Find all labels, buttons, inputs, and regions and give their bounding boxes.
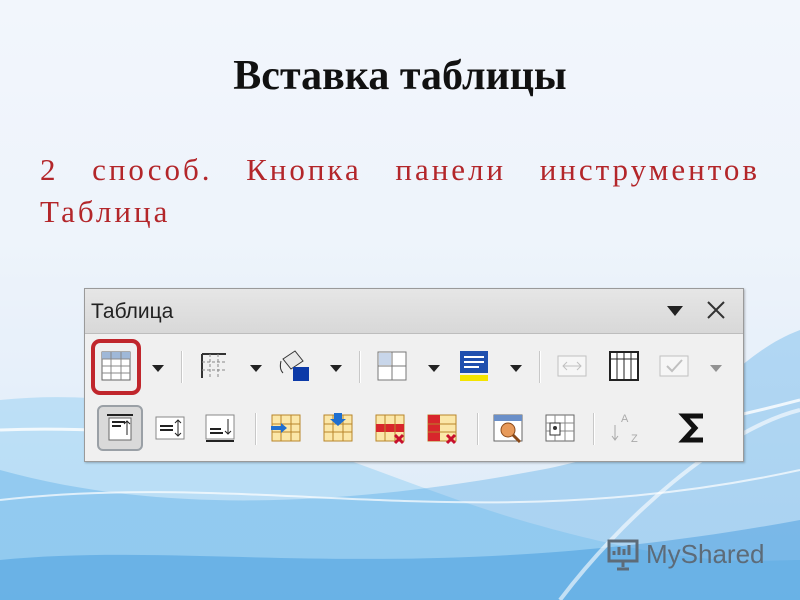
chevron-down-icon[interactable] [151, 361, 165, 372]
autofit-icon[interactable] [655, 347, 693, 385]
separator [593, 413, 595, 445]
close-icon[interactable] [703, 297, 729, 323]
fill-color-icon[interactable] [455, 347, 493, 385]
borders-icon[interactable] [195, 347, 233, 385]
slide-subtitle-line1: 2 способ. Кнопка панели инструментов [40, 152, 760, 187]
triangle-down-icon[interactable] [665, 303, 685, 319]
separator [477, 413, 479, 445]
toolbar-row-1 [85, 337, 743, 397]
toolbar-row-2: A Z [85, 399, 743, 459]
autoformat-icon[interactable] [489, 409, 527, 447]
svg-text:Z: Z [631, 433, 638, 445]
toolbar-header[interactable]: Таблица [85, 289, 743, 334]
chevron-down-icon[interactable] [249, 361, 263, 372]
presentation-icon [607, 539, 639, 571]
table-grid-icon[interactable] [97, 347, 135, 385]
svg-text:A: A [621, 413, 629, 425]
sort-az-icon[interactable]: A Z [607, 409, 645, 447]
slide-title: Вставка таблицы [233, 53, 567, 99]
chevron-down-icon[interactable] [509, 361, 523, 372]
align-bottom-icon[interactable] [201, 409, 239, 447]
separator [539, 351, 541, 383]
table-properties-icon[interactable] [541, 409, 579, 447]
insert-column-icon[interactable] [319, 409, 357, 447]
chevron-down-icon[interactable] [329, 361, 343, 372]
border-color-icon[interactable] [275, 347, 313, 385]
separator [255, 413, 257, 445]
separator [181, 351, 183, 383]
table-toolbar: Таблица A Z [84, 288, 744, 462]
align-top-icon[interactable] [101, 409, 139, 447]
separator [359, 351, 361, 383]
split-cells-icon[interactable] [605, 347, 643, 385]
toolbar-title: Таблица [91, 300, 174, 323]
delete-column-icon[interactable] [423, 409, 461, 447]
chevron-down-icon[interactable] [427, 361, 441, 372]
chevron-down-icon[interactable] [709, 361, 723, 372]
watermark-text: MyShared [646, 538, 765, 569]
merge-cells-icon[interactable] [553, 347, 591, 385]
cell-split-icon[interactable] [373, 347, 411, 385]
delete-row-icon[interactable] [371, 409, 409, 447]
sum-icon[interactable] [675, 409, 713, 447]
insert-row-icon[interactable] [267, 409, 305, 447]
watermark: MyShared [606, 536, 765, 572]
align-middle-icon[interactable] [151, 409, 189, 447]
slide-subtitle-line2: Таблица [40, 194, 171, 229]
